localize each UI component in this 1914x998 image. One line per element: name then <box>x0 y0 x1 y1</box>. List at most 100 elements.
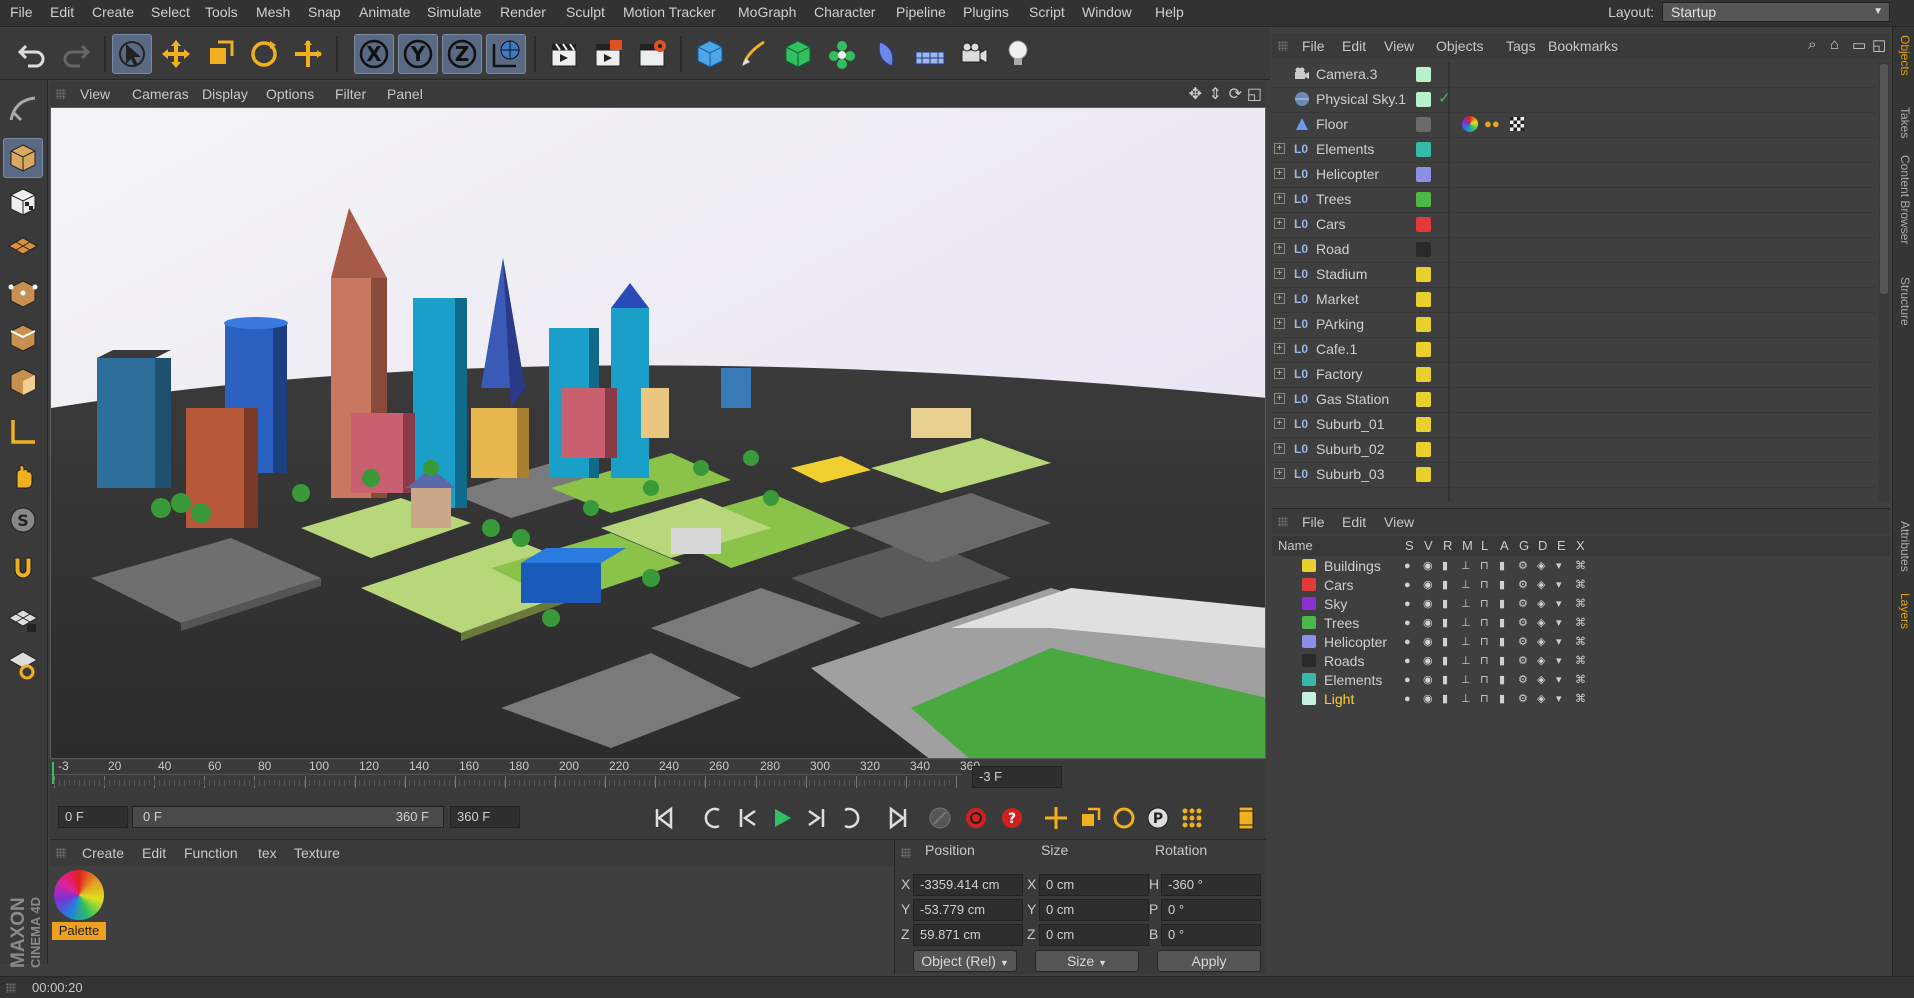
object-color-swatch[interactable] <box>1416 467 1431 482</box>
deformer-icon[interactable]: ◈ <box>1537 655 1549 667</box>
column-animation[interactable]: A <box>1500 538 1509 553</box>
xref-icon[interactable]: ⌘ <box>1575 693 1587 705</box>
menu-script[interactable]: Script <box>1029 4 1065 20</box>
object-row[interactable]: + L0 Suburb_03 <box>1272 462 1876 488</box>
layer-color-swatch[interactable] <box>1302 616 1316 629</box>
lock-icon[interactable]: ⊓ <box>1480 693 1492 705</box>
eye-icon[interactable]: ◉ <box>1423 560 1435 572</box>
manager-icon[interactable]: ⊥ <box>1461 579 1473 591</box>
end-frame-field[interactable]: 360 F <box>450 806 520 828</box>
lock-icon[interactable]: ⊓ <box>1480 655 1492 667</box>
menu-motion-tracker[interactable]: Motion Tracker <box>623 4 716 20</box>
size-y-field[interactable]: 0 cm <box>1039 899 1149 921</box>
animation-icon[interactable]: ▮ <box>1499 693 1511 705</box>
menu-plugins[interactable]: Plugins <box>963 4 1009 20</box>
expand-icon[interactable]: + <box>1274 143 1285 154</box>
generator-icon[interactable]: ⚙ <box>1518 579 1530 591</box>
rotation-h-field[interactable]: -360 ° <box>1161 874 1261 896</box>
position-x-field[interactable]: -3359.414 cm <box>913 874 1023 896</box>
object-color-swatch[interactable] <box>1416 367 1431 382</box>
layer-row[interactable]: Sky ● ◉ ▮ ⊥ ⊓ ▮ ⚙ ◈ ▾ ⌘ <box>1272 594 1890 613</box>
render-icon[interactable]: ▮ <box>1442 655 1454 667</box>
column-xref[interactable]: X <box>1576 538 1585 553</box>
generator-icon[interactable]: ⚙ <box>1518 636 1530 648</box>
3d-viewport[interactable] <box>50 107 1266 759</box>
column-expressions[interactable]: E <box>1557 538 1566 553</box>
solo-dot-icon[interactable]: ● <box>1404 617 1416 629</box>
viewport-menu-view[interactable]: View <box>80 86 110 102</box>
add-light-button[interactable] <box>998 34 1038 74</box>
coordinate-system-button[interactable] <box>486 34 526 74</box>
column-manager[interactable]: M <box>1462 538 1473 553</box>
menu-character[interactable]: Character <box>814 4 875 20</box>
deformer-icon[interactable]: ◈ <box>1537 636 1549 648</box>
viewport-rotate-icon[interactable]: ⟳ <box>1229 84 1242 104</box>
workplane-mode-button[interactable] <box>3 226 43 266</box>
lm-menu-file[interactable]: File <box>1302 514 1325 530</box>
xref-icon[interactable]: ⌘ <box>1575 617 1587 629</box>
material-menu-texture[interactable]: Texture <box>294 845 340 861</box>
om-menu-view[interactable]: View <box>1384 38 1414 54</box>
expression-icon[interactable]: ▾ <box>1556 636 1568 648</box>
menu-mograph[interactable]: MoGraph <box>738 4 796 20</box>
maximize-icon[interactable]: ◱ <box>1872 36 1886 54</box>
layer-color-swatch[interactable] <box>1302 559 1316 572</box>
coordinate-mode-dropdown[interactable]: Object (Rel) ▼ <box>913 950 1017 972</box>
previous-key-button[interactable] <box>698 802 730 834</box>
solo-dot-icon[interactable]: ● <box>1404 636 1416 648</box>
layer-color-swatch[interactable] <box>1302 597 1316 610</box>
column-name[interactable]: Name <box>1278 538 1313 553</box>
viewport-maximize-icon[interactable]: ◱ <box>1247 84 1262 104</box>
previous-frame-button[interactable] <box>732 802 764 834</box>
menu-mesh[interactable]: Mesh <box>256 4 290 20</box>
viewport-menu-cameras[interactable]: Cameras <box>132 86 189 102</box>
key-point-level-button[interactable] <box>1176 802 1208 834</box>
x-axis-lock-button[interactable]: X <box>354 34 394 74</box>
object-color-swatch[interactable] <box>1416 267 1431 282</box>
object-row[interactable]: + L0 Cafe.1 <box>1272 337 1876 363</box>
points-mode-button[interactable] <box>3 274 43 314</box>
manager-icon[interactable]: ⊥ <box>1461 655 1473 667</box>
workplane-align-button[interactable] <box>3 644 43 684</box>
layer-color-swatch[interactable] <box>1302 673 1316 686</box>
xref-icon[interactable]: ⌘ <box>1575 598 1587 610</box>
go-to-end-button[interactable] <box>882 802 914 834</box>
expand-icon[interactable]: + <box>1274 268 1285 279</box>
generator-icon[interactable]: ⚙ <box>1518 674 1530 686</box>
lock-icon[interactable]: ⊓ <box>1480 579 1492 591</box>
tab-structure[interactable]: Structure <box>1896 277 1912 326</box>
animation-icon[interactable]: ▮ <box>1499 617 1511 629</box>
om-menu-edit[interactable]: Edit <box>1342 38 1366 54</box>
polygons-mode-button[interactable] <box>3 362 43 402</box>
animation-icon[interactable]: ▮ <box>1499 560 1511 572</box>
object-row[interactable]: + L0 Stadium <box>1272 262 1876 288</box>
lock-icon[interactable]: ⊓ <box>1480 598 1492 610</box>
solo-dot-icon[interactable]: ● <box>1404 674 1416 686</box>
layer-name[interactable]: Light <box>1324 691 1354 707</box>
layer-row[interactable]: Light ● ◉ ▮ ⊥ ⊓ ▮ ⚙ ◈ ▾ ⌘ <box>1272 689 1890 708</box>
manager-icon[interactable]: ⊥ <box>1461 693 1473 705</box>
solo-dot-icon[interactable]: ● <box>1404 655 1416 667</box>
size-x-field[interactable]: 0 cm <box>1039 874 1149 896</box>
eye-icon[interactable]: ◉ <box>1423 617 1435 629</box>
layer-color-swatch[interactable] <box>1302 692 1316 705</box>
lock-icon[interactable]: ⊓ <box>1480 636 1492 648</box>
rotate-tool-button[interactable] <box>244 34 284 74</box>
object-color-swatch[interactable] <box>1416 142 1431 157</box>
object-row[interactable]: + L0 Market <box>1272 287 1876 313</box>
lm-menu-view[interactable]: View <box>1384 514 1414 530</box>
column-render[interactable]: R <box>1443 538 1452 553</box>
key-parameter-button[interactable]: P <box>1142 802 1174 834</box>
object-row[interactable]: + L0 Helicopter <box>1272 162 1876 188</box>
object-row[interactable]: Camera.3 <box>1272 62 1876 88</box>
manager-icon[interactable]: ⊥ <box>1461 598 1473 610</box>
tweak-mode-button[interactable] <box>3 456 43 496</box>
layer-row[interactable]: Trees ● ◉ ▮ ⊥ ⊓ ▮ ⚙ ◈ ▾ ⌘ <box>1272 613 1890 632</box>
next-frame-button[interactable] <box>800 802 832 834</box>
new-view-icon[interactable]: ▭ <box>1852 36 1866 54</box>
object-row[interactable]: Physical Sky.1 ✓ <box>1272 87 1876 113</box>
scrollbar-thumb[interactable] <box>1880 64 1888 294</box>
object-manager-scrollbar[interactable] <box>1878 62 1890 502</box>
layer-row[interactable]: Buildings ● ◉ ▮ ⊥ ⊓ ▮ ⚙ ◈ ▾ ⌘ <box>1272 556 1890 575</box>
move-tool-button[interactable] <box>156 34 196 74</box>
